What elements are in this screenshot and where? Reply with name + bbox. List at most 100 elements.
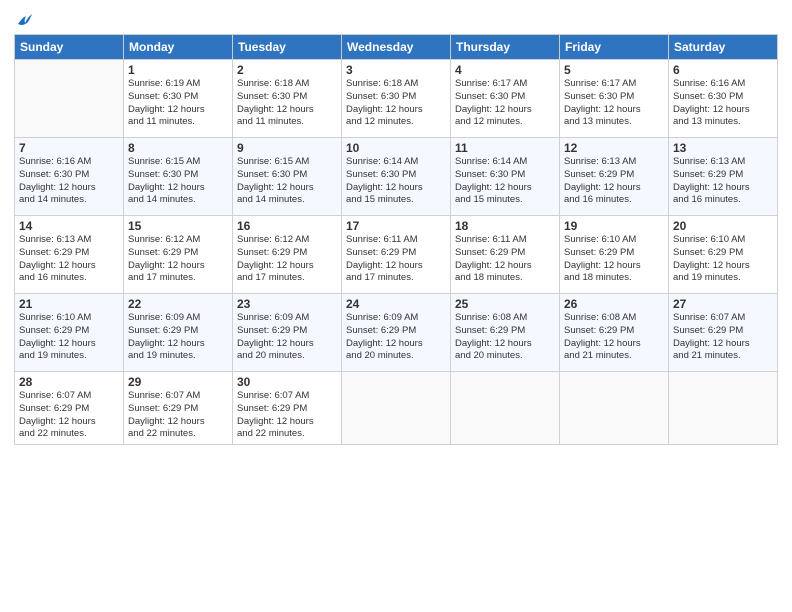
calendar-cell: 22Sunrise: 6:09 AM Sunset: 6:29 PM Dayli… bbox=[124, 294, 233, 372]
calendar-cell: 7Sunrise: 6:16 AM Sunset: 6:30 PM Daylig… bbox=[15, 138, 124, 216]
day-info: Sunrise: 6:14 AM Sunset: 6:30 PM Dayligh… bbox=[455, 156, 555, 207]
day-info: Sunrise: 6:19 AM Sunset: 6:30 PM Dayligh… bbox=[128, 78, 228, 129]
calendar-cell: 20Sunrise: 6:10 AM Sunset: 6:29 PM Dayli… bbox=[669, 216, 778, 294]
logo bbox=[14, 10, 34, 28]
day-number: 11 bbox=[455, 141, 555, 155]
day-number: 4 bbox=[455, 63, 555, 77]
day-info: Sunrise: 6:10 AM Sunset: 6:29 PM Dayligh… bbox=[564, 234, 664, 285]
calendar-cell: 3Sunrise: 6:18 AM Sunset: 6:30 PM Daylig… bbox=[342, 60, 451, 138]
calendar-cell: 11Sunrise: 6:14 AM Sunset: 6:30 PM Dayli… bbox=[451, 138, 560, 216]
day-info: Sunrise: 6:16 AM Sunset: 6:30 PM Dayligh… bbox=[19, 156, 119, 207]
calendar-cell: 4Sunrise: 6:17 AM Sunset: 6:30 PM Daylig… bbox=[451, 60, 560, 138]
calendar-cell: 18Sunrise: 6:11 AM Sunset: 6:29 PM Dayli… bbox=[451, 216, 560, 294]
day-info: Sunrise: 6:12 AM Sunset: 6:29 PM Dayligh… bbox=[128, 234, 228, 285]
calendar-cell: 12Sunrise: 6:13 AM Sunset: 6:29 PM Dayli… bbox=[560, 138, 669, 216]
day-number: 5 bbox=[564, 63, 664, 77]
calendar-cell: 29Sunrise: 6:07 AM Sunset: 6:29 PM Dayli… bbox=[124, 372, 233, 445]
day-number: 30 bbox=[237, 375, 337, 389]
week-row-4: 21Sunrise: 6:10 AM Sunset: 6:29 PM Dayli… bbox=[15, 294, 778, 372]
day-info: Sunrise: 6:17 AM Sunset: 6:30 PM Dayligh… bbox=[455, 78, 555, 129]
day-info: Sunrise: 6:13 AM Sunset: 6:29 PM Dayligh… bbox=[19, 234, 119, 285]
header bbox=[14, 10, 778, 28]
day-info: Sunrise: 6:09 AM Sunset: 6:29 PM Dayligh… bbox=[346, 312, 446, 363]
day-info: Sunrise: 6:08 AM Sunset: 6:29 PM Dayligh… bbox=[564, 312, 664, 363]
day-info: Sunrise: 6:10 AM Sunset: 6:29 PM Dayligh… bbox=[19, 312, 119, 363]
week-row-5: 28Sunrise: 6:07 AM Sunset: 6:29 PM Dayli… bbox=[15, 372, 778, 445]
calendar-cell bbox=[669, 372, 778, 445]
calendar-cell: 30Sunrise: 6:07 AM Sunset: 6:29 PM Dayli… bbox=[233, 372, 342, 445]
day-info: Sunrise: 6:09 AM Sunset: 6:29 PM Dayligh… bbox=[128, 312, 228, 363]
day-number: 1 bbox=[128, 63, 228, 77]
day-number: 3 bbox=[346, 63, 446, 77]
page: SundayMondayTuesdayWednesdayThursdayFrid… bbox=[0, 0, 792, 612]
day-number: 19 bbox=[564, 219, 664, 233]
day-number: 29 bbox=[128, 375, 228, 389]
logo-text bbox=[14, 10, 34, 28]
day-number: 8 bbox=[128, 141, 228, 155]
calendar-cell: 25Sunrise: 6:08 AM Sunset: 6:29 PM Dayli… bbox=[451, 294, 560, 372]
calendar-cell: 27Sunrise: 6:07 AM Sunset: 6:29 PM Dayli… bbox=[669, 294, 778, 372]
day-number: 7 bbox=[19, 141, 119, 155]
calendar-cell bbox=[342, 372, 451, 445]
day-number: 13 bbox=[673, 141, 773, 155]
calendar-cell: 14Sunrise: 6:13 AM Sunset: 6:29 PM Dayli… bbox=[15, 216, 124, 294]
day-info: Sunrise: 6:09 AM Sunset: 6:29 PM Dayligh… bbox=[237, 312, 337, 363]
weekday-header-monday: Monday bbox=[124, 35, 233, 60]
calendar-cell: 15Sunrise: 6:12 AM Sunset: 6:29 PM Dayli… bbox=[124, 216, 233, 294]
weekday-header-wednesday: Wednesday bbox=[342, 35, 451, 60]
calendar-cell: 28Sunrise: 6:07 AM Sunset: 6:29 PM Dayli… bbox=[15, 372, 124, 445]
weekday-header-thursday: Thursday bbox=[451, 35, 560, 60]
day-number: 24 bbox=[346, 297, 446, 311]
day-info: Sunrise: 6:15 AM Sunset: 6:30 PM Dayligh… bbox=[128, 156, 228, 207]
logo-bird-icon bbox=[16, 10, 34, 28]
calendar-cell: 16Sunrise: 6:12 AM Sunset: 6:29 PM Dayli… bbox=[233, 216, 342, 294]
calendar-cell: 23Sunrise: 6:09 AM Sunset: 6:29 PM Dayli… bbox=[233, 294, 342, 372]
calendar-cell: 1Sunrise: 6:19 AM Sunset: 6:30 PM Daylig… bbox=[124, 60, 233, 138]
day-info: Sunrise: 6:16 AM Sunset: 6:30 PM Dayligh… bbox=[673, 78, 773, 129]
day-info: Sunrise: 6:18 AM Sunset: 6:30 PM Dayligh… bbox=[346, 78, 446, 129]
day-number: 23 bbox=[237, 297, 337, 311]
weekday-header-row: SundayMondayTuesdayWednesdayThursdayFrid… bbox=[15, 35, 778, 60]
day-info: Sunrise: 6:15 AM Sunset: 6:30 PM Dayligh… bbox=[237, 156, 337, 207]
day-number: 14 bbox=[19, 219, 119, 233]
day-info: Sunrise: 6:17 AM Sunset: 6:30 PM Dayligh… bbox=[564, 78, 664, 129]
day-number: 16 bbox=[237, 219, 337, 233]
calendar-cell: 10Sunrise: 6:14 AM Sunset: 6:30 PM Dayli… bbox=[342, 138, 451, 216]
day-number: 21 bbox=[19, 297, 119, 311]
day-number: 20 bbox=[673, 219, 773, 233]
calendar-cell: 24Sunrise: 6:09 AM Sunset: 6:29 PM Dayli… bbox=[342, 294, 451, 372]
weekday-header-saturday: Saturday bbox=[669, 35, 778, 60]
day-info: Sunrise: 6:08 AM Sunset: 6:29 PM Dayligh… bbox=[455, 312, 555, 363]
day-number: 25 bbox=[455, 297, 555, 311]
week-row-2: 7Sunrise: 6:16 AM Sunset: 6:30 PM Daylig… bbox=[15, 138, 778, 216]
calendar-cell bbox=[15, 60, 124, 138]
calendar-cell bbox=[451, 372, 560, 445]
day-number: 18 bbox=[455, 219, 555, 233]
calendar-cell: 6Sunrise: 6:16 AM Sunset: 6:30 PM Daylig… bbox=[669, 60, 778, 138]
calendar-cell: 5Sunrise: 6:17 AM Sunset: 6:30 PM Daylig… bbox=[560, 60, 669, 138]
day-info: Sunrise: 6:07 AM Sunset: 6:29 PM Dayligh… bbox=[19, 390, 119, 441]
day-info: Sunrise: 6:07 AM Sunset: 6:29 PM Dayligh… bbox=[673, 312, 773, 363]
day-info: Sunrise: 6:11 AM Sunset: 6:29 PM Dayligh… bbox=[455, 234, 555, 285]
day-info: Sunrise: 6:11 AM Sunset: 6:29 PM Dayligh… bbox=[346, 234, 446, 285]
day-info: Sunrise: 6:13 AM Sunset: 6:29 PM Dayligh… bbox=[564, 156, 664, 207]
day-number: 12 bbox=[564, 141, 664, 155]
calendar-cell: 13Sunrise: 6:13 AM Sunset: 6:29 PM Dayli… bbox=[669, 138, 778, 216]
day-number: 26 bbox=[564, 297, 664, 311]
day-info: Sunrise: 6:10 AM Sunset: 6:29 PM Dayligh… bbox=[673, 234, 773, 285]
weekday-header-tuesday: Tuesday bbox=[233, 35, 342, 60]
day-number: 6 bbox=[673, 63, 773, 77]
calendar-cell: 19Sunrise: 6:10 AM Sunset: 6:29 PM Dayli… bbox=[560, 216, 669, 294]
day-number: 17 bbox=[346, 219, 446, 233]
day-info: Sunrise: 6:18 AM Sunset: 6:30 PM Dayligh… bbox=[237, 78, 337, 129]
week-row-1: 1Sunrise: 6:19 AM Sunset: 6:30 PM Daylig… bbox=[15, 60, 778, 138]
calendar-table: SundayMondayTuesdayWednesdayThursdayFrid… bbox=[14, 34, 778, 445]
calendar-cell: 21Sunrise: 6:10 AM Sunset: 6:29 PM Dayli… bbox=[15, 294, 124, 372]
calendar-cell: 26Sunrise: 6:08 AM Sunset: 6:29 PM Dayli… bbox=[560, 294, 669, 372]
calendar-cell: 8Sunrise: 6:15 AM Sunset: 6:30 PM Daylig… bbox=[124, 138, 233, 216]
weekday-header-sunday: Sunday bbox=[15, 35, 124, 60]
day-info: Sunrise: 6:07 AM Sunset: 6:29 PM Dayligh… bbox=[237, 390, 337, 441]
day-number: 9 bbox=[237, 141, 337, 155]
calendar-cell: 9Sunrise: 6:15 AM Sunset: 6:30 PM Daylig… bbox=[233, 138, 342, 216]
calendar-cell: 2Sunrise: 6:18 AM Sunset: 6:30 PM Daylig… bbox=[233, 60, 342, 138]
